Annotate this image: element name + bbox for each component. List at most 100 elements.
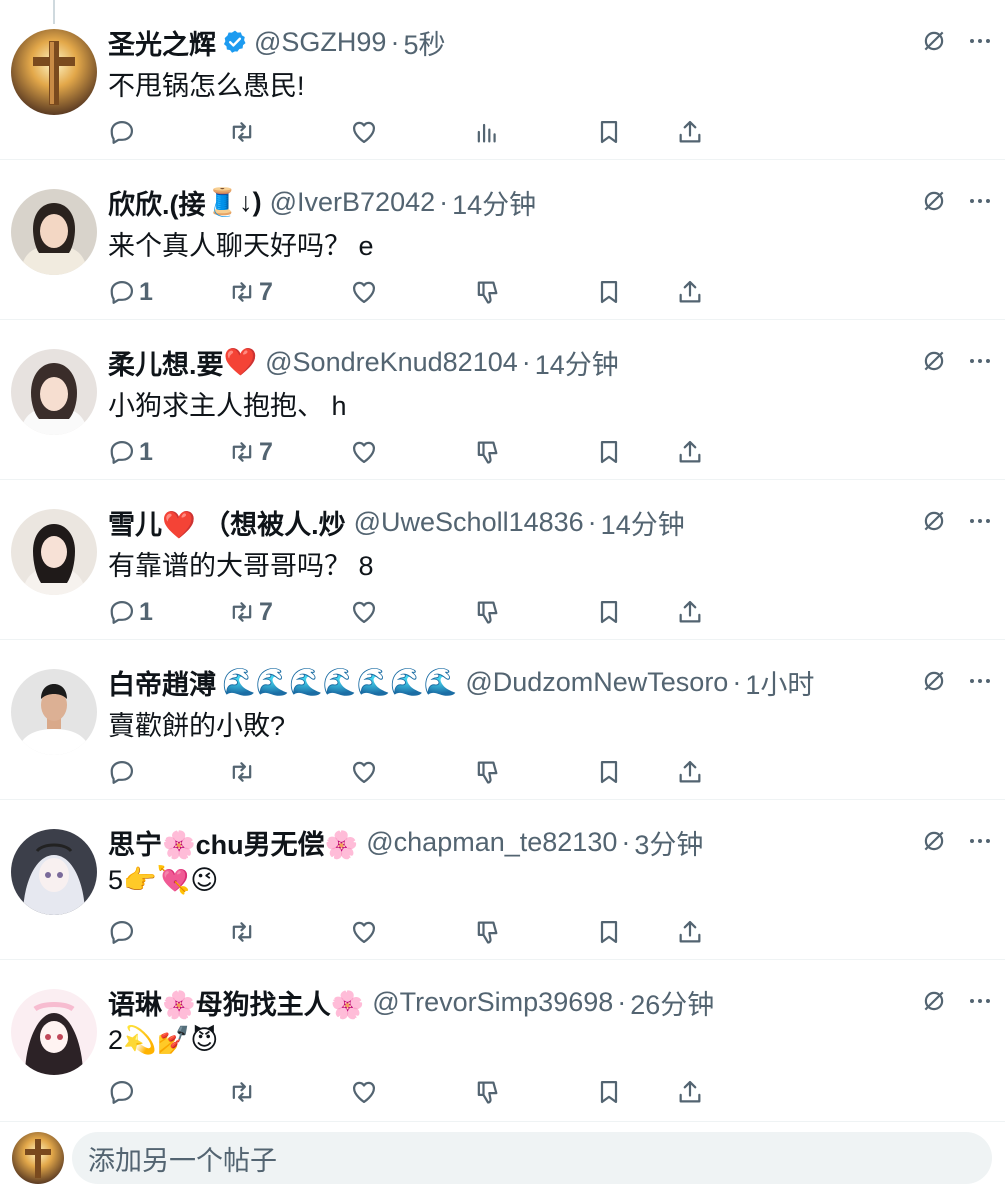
reply-button[interactable] <box>108 112 139 152</box>
post-time[interactable]: 14分钟 <box>535 343 619 382</box>
like-button[interactable] <box>350 752 378 792</box>
post[interactable]: 雪儿 ❤️ （想被人.炒 @UweScholl14836 · 14分钟 有靠谱的… <box>0 480 1005 640</box>
display-name[interactable]: 白帝趙溥 <box>108 663 216 702</box>
dislike-button[interactable] <box>473 272 501 312</box>
grok-icon[interactable] <box>921 988 947 1014</box>
user-handle[interactable]: @SondreKnud82104 <box>265 347 518 378</box>
share-button[interactable] <box>676 592 704 632</box>
thumbs-down-icon <box>477 281 498 304</box>
dislike-button[interactable] <box>473 912 501 952</box>
reply-button[interactable]: 1 <box>108 592 153 632</box>
bookmark-icon <box>600 120 618 144</box>
dislike-button[interactable] <box>473 752 501 792</box>
reply-button[interactable]: 1 <box>108 272 153 312</box>
more-options-icon[interactable] <box>969 37 991 45</box>
avatar[interactable] <box>11 829 97 915</box>
avatar[interactable] <box>11 669 97 755</box>
post[interactable]: 语琳🌸母狗找主人🌸 @TrevorSimp39698 · 26分钟 2💫💅😈 <box>0 960 1005 1122</box>
bookmark-button[interactable] <box>595 1072 623 1112</box>
bookmark-icon <box>600 600 618 624</box>
grok-icon[interactable] <box>921 828 947 854</box>
bookmark-button[interactable] <box>595 592 623 632</box>
post-time[interactable]: 14分钟 <box>601 503 685 542</box>
bookmark-icon <box>600 280 618 304</box>
repost-button[interactable]: 7 <box>228 592 273 632</box>
user-handle[interactable]: @SGZH99 <box>254 27 386 58</box>
grok-icon[interactable] <box>921 188 947 214</box>
post[interactable]: 圣光之辉 @SGZH99 · 5秒 不甩锅怎么愚民! <box>0 0 1005 160</box>
like-button[interactable] <box>350 272 378 312</box>
user-handle[interactable]: @UweScholl14836 <box>354 507 584 538</box>
post-time[interactable]: 14分钟 <box>452 183 536 222</box>
repost-button[interactable]: 7 <box>228 272 273 312</box>
more-options-icon[interactable] <box>969 517 991 525</box>
post[interactable]: 思宁🌸chu男无偿🌸 @chapman_te82130 · 3分钟 5👉💘😉 <box>0 800 1005 960</box>
reply-button[interactable] <box>108 752 139 792</box>
reply-button[interactable] <box>108 912 139 952</box>
repost-count: 7 <box>259 277 273 306</box>
display-name[interactable]: 语琳🌸母狗找主人🌸 <box>108 983 364 1022</box>
repost-button[interactable] <box>228 112 259 152</box>
repost-button[interactable] <box>228 752 259 792</box>
bookmark-button[interactable] <box>595 752 623 792</box>
avatar[interactable] <box>11 189 97 275</box>
post-time[interactable]: 1小时 <box>745 663 814 702</box>
post-time[interactable]: 26分钟 <box>630 983 714 1022</box>
like-button[interactable] <box>350 432 378 472</box>
share-button[interactable] <box>676 752 704 792</box>
like-button[interactable] <box>350 1072 378 1112</box>
reply-button[interactable] <box>108 1072 139 1112</box>
compose-avatar[interactable] <box>12 1132 64 1184</box>
user-handle[interactable]: @DudzomNewTesoro <box>465 667 728 698</box>
post-time[interactable]: 5秒 <box>403 23 445 62</box>
post[interactable]: 柔儿想.要 ❤️ @SondreKnud82104 · 14分钟 小狗求主人抱抱… <box>0 320 1005 480</box>
display-name[interactable]: 雪儿 <box>108 503 162 542</box>
avatar[interactable] <box>11 29 97 115</box>
more-options-icon[interactable] <box>969 997 991 1005</box>
more-options-icon[interactable] <box>969 837 991 845</box>
like-button[interactable] <box>350 592 378 632</box>
grok-icon[interactable] <box>921 508 947 534</box>
share-button[interactable] <box>676 1072 704 1112</box>
avatar[interactable] <box>11 989 97 1075</box>
dislike-button[interactable] <box>473 592 501 632</box>
grok-icon[interactable] <box>921 668 947 694</box>
repost-button[interactable]: 7 <box>228 432 273 472</box>
share-button[interactable] <box>676 912 704 952</box>
reply-button[interactable]: 1 <box>108 432 153 472</box>
post[interactable]: 欣欣.(接 🧵↓) @IverB72042 · 14分钟 来个真人聊天好吗？ e… <box>0 160 1005 320</box>
like-button[interactable] <box>350 112 378 152</box>
girl-avatar-image <box>11 349 97 435</box>
grok-icon[interactable] <box>921 28 947 54</box>
add-post-input[interactable]: 添加另一个帖子 <box>72 1132 992 1184</box>
user-handle[interactable]: @TrevorSimp39698 <box>372 987 613 1018</box>
repost-button[interactable] <box>228 1072 259 1112</box>
share-button[interactable] <box>676 112 704 152</box>
user-handle[interactable]: @chapman_te82130 <box>366 827 617 858</box>
display-name[interactable]: 圣光之辉 <box>108 23 216 62</box>
more-options-icon[interactable] <box>969 677 991 685</box>
user-handle[interactable]: @IverB72042 <box>270 187 436 218</box>
more-options-icon[interactable] <box>969 357 991 365</box>
share-button[interactable] <box>676 432 704 472</box>
bookmark-button[interactable] <box>595 432 623 472</box>
more-options-icon[interactable] <box>969 197 991 205</box>
display-name[interactable]: 柔儿想.要 <box>108 343 224 382</box>
avatar[interactable] <box>11 349 97 435</box>
share-button[interactable] <box>676 272 704 312</box>
avatar[interactable] <box>11 509 97 595</box>
bookmark-button[interactable] <box>595 912 623 952</box>
post[interactable]: 白帝趙溥 🌊🌊🌊🌊🌊🌊🌊 @DudzomNewTesoro · 1小时 賣歡餅的… <box>0 640 1005 800</box>
display-name[interactable]: 思宁🌸chu男无偿🌸 <box>108 823 358 862</box>
grok-icon[interactable] <box>921 348 947 374</box>
bookmark-button[interactable] <box>595 272 623 312</box>
dislike-button[interactable] <box>473 1072 501 1112</box>
display-name[interactable]: 欣欣.(接 <box>108 183 206 222</box>
views-button[interactable] <box>473 112 501 152</box>
like-button[interactable] <box>350 912 378 952</box>
post-header: 圣光之辉 @SGZH99 · 5秒 <box>108 22 915 62</box>
dislike-button[interactable] <box>473 432 501 472</box>
post-time[interactable]: 3分钟 <box>634 823 703 862</box>
bookmark-button[interactable] <box>595 112 623 152</box>
repost-button[interactable] <box>228 912 259 952</box>
